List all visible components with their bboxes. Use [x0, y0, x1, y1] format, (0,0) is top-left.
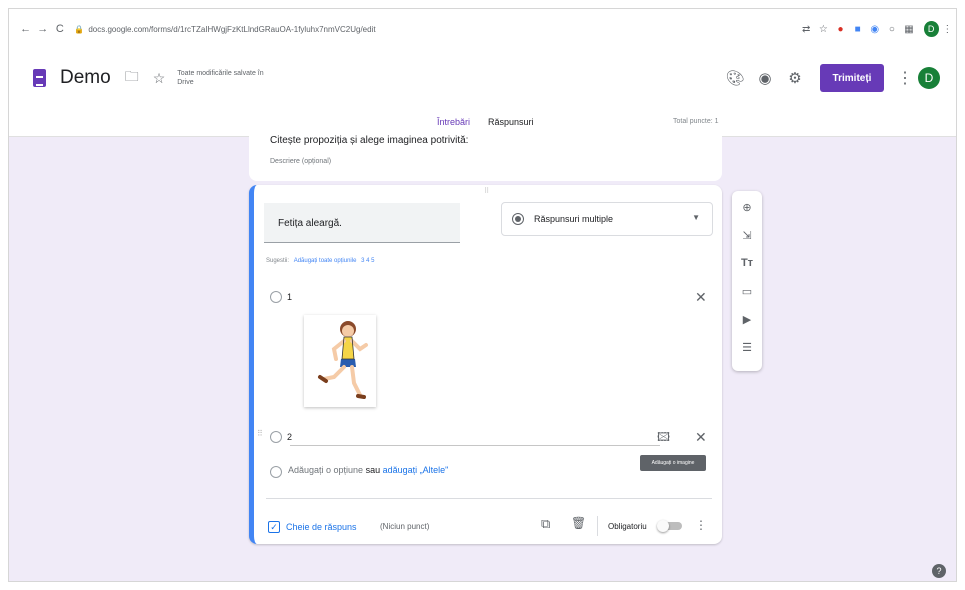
radio-type-icon — [512, 213, 524, 225]
extension-stop-icon[interactable]: ● — [832, 24, 849, 35]
lock-icon: 🔒 — [74, 24, 85, 34]
add-image-icon[interactable]: ▭ — [732, 285, 762, 298]
question-more-icon[interactable]: ⋮ — [695, 518, 707, 532]
answer-key-icon[interactable]: ✓ — [268, 521, 280, 533]
add-video-icon[interactable]: ▶ — [732, 313, 762, 326]
tab-questions[interactable]: Întrebări — [437, 117, 470, 127]
browser-toolbar: ← → C 🔒 docs.google.com/forms/d/1rcTZaIH… — [9, 9, 956, 49]
add-all-options-link[interactable]: Adăugați toate opțiunile — [294, 258, 357, 264]
option-radio — [270, 431, 282, 443]
forward-icon[interactable]: → — [34, 23, 51, 35]
suggestions-row: Sugestii: Adăugați toate opțiunile 3 4 5 — [266, 258, 374, 264]
answer-key-link[interactable]: Cheie de răspuns — [286, 522, 357, 532]
help-icon[interactable]: ? — [932, 564, 946, 578]
suggested-values[interactable]: 3 4 5 — [361, 258, 374, 264]
add-image-tooltip: Adăugați o imagine — [640, 455, 706, 471]
form-description-title[interactable]: Citește propoziția și alege imaginea pot… — [270, 135, 468, 146]
card-divider — [266, 498, 712, 499]
add-option-row: Adăugați o opțiune sau adăugați „Altele" — [288, 465, 448, 475]
suggestions-label: Sugestii: — [266, 258, 290, 264]
tab-responses[interactable]: Răspunsuri — [488, 117, 534, 127]
extensions-puzzle-icon[interactable]: ▦ — [900, 24, 917, 35]
add-section-icon[interactable]: ☰ — [732, 341, 762, 354]
more-options-icon[interactable]: ⋮ — [892, 68, 918, 88]
save-status: Toate modificările salvate în Drive — [177, 70, 264, 86]
browser-menu-icon[interactable]: ⋮ — [939, 24, 956, 35]
option-1-image[interactable] — [304, 315, 376, 407]
add-other-link[interactable]: adăugați „Altele" — [383, 465, 449, 475]
option-2-underline — [290, 445, 660, 446]
back-icon[interactable]: ← — [17, 23, 34, 35]
settings-gear-icon[interactable]: ⚙ — [780, 69, 810, 87]
delete-icon[interactable]: 🗑︎ — [571, 516, 586, 530]
form-title[interactable]: Demo — [60, 67, 111, 89]
url-text: docs.google.com/forms/d/1rcTZaIHWgjFzKtL… — [88, 24, 376, 34]
form-description-placeholder[interactable]: Descriere (opțional) — [270, 158, 331, 165]
preview-eye-icon[interactable]: ◉ — [750, 69, 780, 87]
add-title-icon[interactable]: Tт — [732, 257, 762, 269]
reload-icon[interactable]: C — [51, 23, 68, 35]
browser-profile-avatar[interactable]: D — [923, 21, 939, 37]
extension-docs-icon[interactable]: ■ — [849, 24, 866, 35]
address-bar[interactable]: 🔒 docs.google.com/forms/d/1rcTZaIHWgjFzK… — [74, 17, 760, 41]
option-2-label[interactable]: 2 — [287, 432, 292, 442]
bookmark-star-icon[interactable]: ☆ — [815, 24, 832, 35]
extension-record-icon[interactable]: ◉ — [866, 24, 883, 35]
option-radio — [270, 291, 282, 303]
palette-icon[interactable]: 🎨︎ — [720, 69, 750, 87]
total-points: Total puncte: 1 — [673, 118, 719, 125]
account-avatar[interactable]: D — [918, 67, 940, 89]
form-description-card[interactable]: Citește propoziția și alege imaginea pot… — [249, 133, 722, 181]
question-type-label: Răspunsuri multiple — [534, 214, 614, 224]
add-option-link[interactable]: Adăugați o opțiune — [288, 465, 363, 475]
translate-icon[interactable]: ⇄ — [798, 24, 815, 35]
question-title-text: Fetița aleargă. — [278, 218, 342, 229]
add-question-icon[interactable]: ⊕ — [732, 201, 762, 214]
add-option-separator: sau — [365, 465, 381, 475]
folder-icon[interactable]: 🗀 — [125, 66, 139, 90]
browser-window: ← → C 🔒 docs.google.com/forms/d/1rcTZaIH… — [8, 8, 957, 582]
footer-separator — [597, 516, 598, 536]
floating-toolbar: ⊕ ⇲ Tт ▭ ▶ ☰ — [732, 191, 762, 371]
remove-option-1-icon[interactable]: ✕ — [695, 289, 707, 306]
dropdown-arrow-icon: ▼ — [692, 213, 700, 222]
form-header: Demo 🗀 ☆ Toate modificările salvate în D… — [9, 49, 956, 137]
extension-circle-icon[interactable]: ○ — [883, 24, 900, 35]
send-button[interactable]: Trimiteți — [820, 64, 884, 92]
question-title-input[interactable]: Fetița aleargă. — [264, 203, 460, 243]
drag-handle-icon[interactable]: ⠿ — [484, 187, 490, 195]
toggle-knob — [657, 520, 669, 532]
import-questions-icon[interactable]: ⇲ — [732, 229, 762, 242]
required-toggle[interactable] — [657, 520, 685, 532]
google-forms-logo-icon[interactable] — [33, 69, 46, 87]
add-option-radio — [270, 466, 282, 478]
add-image-option-icon[interactable]: 🖾 — [657, 428, 670, 449]
option-1-label[interactable]: 1 — [287, 292, 292, 302]
star-icon[interactable]: ☆ — [153, 70, 166, 87]
running-girl-icon — [318, 321, 368, 399]
duplicate-icon[interactable]: ⧉ — [541, 516, 550, 532]
required-label: Obligatoriu — [608, 522, 647, 531]
answer-key-points: (Niciun punct) — [380, 522, 430, 531]
question-card[interactable]: ⠿ Fetița aleargă. Răspunsuri multiple ▼ … — [249, 185, 722, 544]
question-type-dropdown[interactable]: Răspunsuri multiple ▼ — [501, 202, 713, 236]
option-drag-handle-icon[interactable]: ⠿ — [257, 429, 263, 438]
remove-option-2-icon[interactable]: ✕ — [695, 429, 707, 446]
